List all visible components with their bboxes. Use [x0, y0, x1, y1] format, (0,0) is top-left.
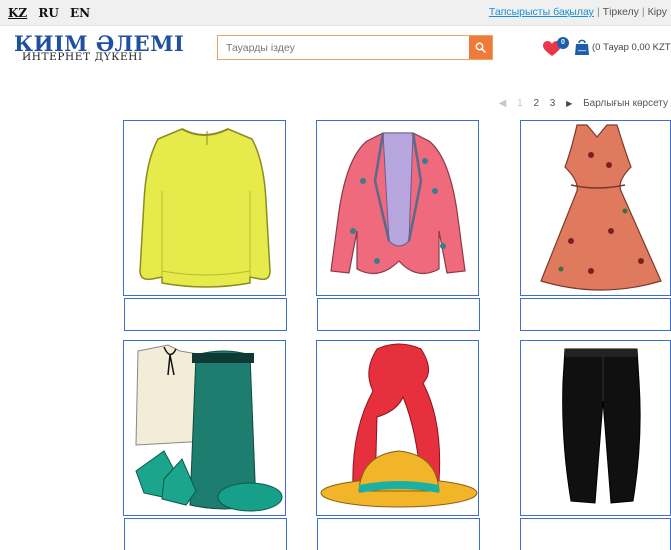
product-image-outfit-set[interactable] — [123, 340, 286, 516]
divider: | — [596, 6, 600, 18]
lang-en-link[interactable]: EN — [70, 6, 90, 20]
lang-kz-link[interactable]: KZ — [8, 6, 27, 20]
outfit-set-image — [135, 344, 283, 512]
page-link-3[interactable]: 3 — [550, 98, 556, 109]
wishlist-count-badge: 0 — [557, 37, 569, 49]
yellow-sweater-image — [139, 128, 271, 288]
search-button[interactable] — [469, 36, 492, 59]
top-bar: KZ RU EN Тапсырысты бақылау | Тіркелу | Кіру — [0, 0, 671, 26]
track-order-link[interactable]: Тапсырысты бақылау — [489, 6, 594, 18]
register-link[interactable]: Тіркелу — [603, 6, 639, 18]
page-link-1[interactable]: 1 — [517, 98, 523, 109]
prev-page-arrow[interactable]: ◀ — [499, 98, 507, 109]
divider: | — [641, 6, 645, 18]
show-all-link[interactable]: Барлығын көрсету — [583, 98, 668, 109]
product-image-yellow-sweater[interactable] — [123, 120, 286, 296]
pagination: ◀ 1 2 3 ▶ Барлығын көрсету — [491, 98, 668, 109]
search-bar — [217, 35, 493, 60]
product-caption[interactable] — [317, 298, 480, 331]
login-link[interactable]: Кіру — [648, 6, 667, 18]
account-links: Тапсырысты бақылау | Тіркелу | Кіру — [489, 6, 667, 18]
lang-ru-link[interactable]: RU — [38, 6, 58, 20]
shopping-bag-icon — [575, 39, 589, 55]
language-switcher: KZ RU EN — [8, 6, 97, 20]
product-caption[interactable] — [520, 518, 671, 550]
cart-summary[interactable]: (0 Тауар 0,00 KZT) — [592, 42, 671, 53]
search-icon — [475, 42, 486, 53]
product-caption[interactable] — [124, 298, 287, 331]
cart-button[interactable] — [574, 37, 590, 57]
pink-jacket-image — [330, 132, 466, 275]
product-image-floral-dress[interactable] — [520, 120, 671, 296]
page-link-2[interactable]: 2 — [533, 98, 539, 109]
product-image-red-scarf-and-hat[interactable] — [316, 340, 479, 516]
red-scarf-and-hat-image — [320, 343, 478, 508]
black-trousers-image — [562, 348, 641, 504]
product-image-pink-jacket[interactable] — [316, 120, 479, 296]
logo-subtitle: ИНТЕРНЕТ ДҮКЕНІ — [22, 51, 143, 63]
product-caption[interactable] — [520, 298, 671, 331]
product-image-black-trousers[interactable] — [520, 340, 671, 516]
product-caption[interactable] — [124, 518, 287, 550]
search-input[interactable] — [218, 36, 470, 59]
product-caption[interactable] — [317, 518, 480, 550]
floral-dress-image — [540, 124, 662, 291]
next-page-arrow[interactable]: ▶ — [566, 99, 572, 108]
site-logo[interactable]: КИІМ ӘЛЕМІ ИНТЕРНЕТ ДҮКЕНІ — [14, 33, 184, 67]
